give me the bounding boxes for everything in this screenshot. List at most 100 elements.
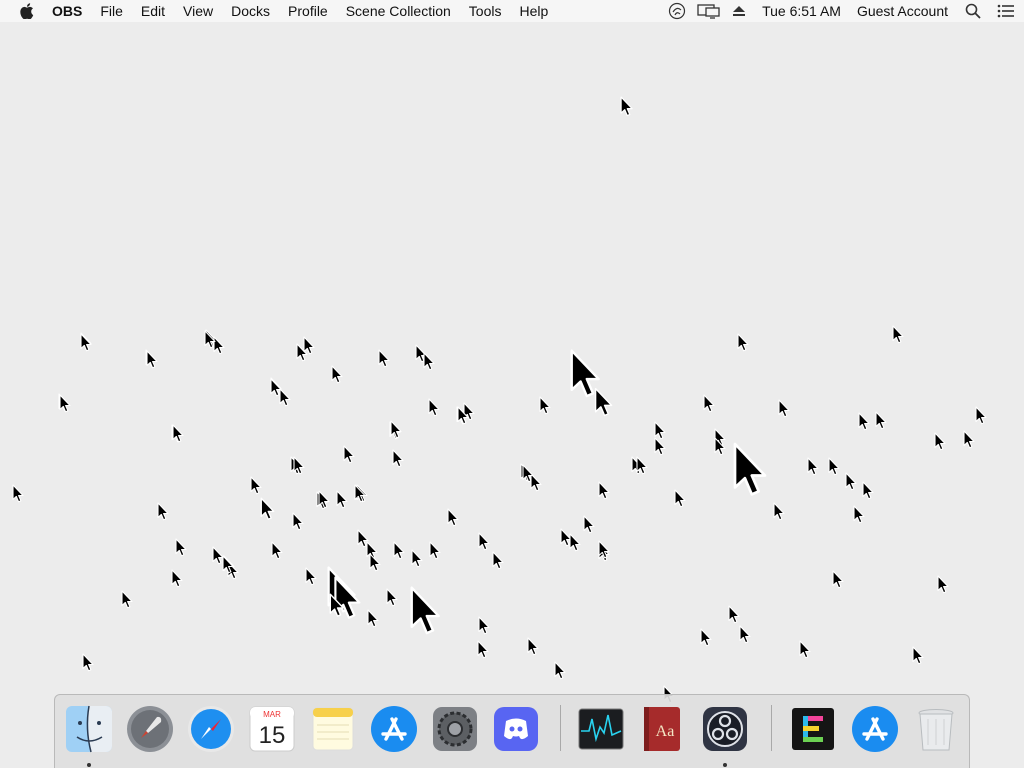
dock-activity-monitor[interactable]: [576, 703, 626, 755]
mouse-pointer-icon: [478, 616, 490, 635]
mouse-pointer-icon: [527, 637, 539, 656]
dock-separator: [560, 705, 561, 751]
mouse-pointer-icon: [354, 484, 366, 503]
mouse-pointer-icon: [447, 508, 459, 527]
app-store-recent-icon: [852, 706, 898, 752]
mouse-pointer-icon: [390, 420, 402, 439]
mouse-pointer-icon: [409, 585, 441, 636]
obs-status-icon[interactable]: [662, 0, 692, 22]
mouse-pointer-icon: [554, 661, 566, 680]
mouse-pointer-icon: [478, 532, 490, 551]
mouse-pointer-icon: [539, 396, 551, 415]
mouse-pointer-icon: [832, 570, 844, 589]
display-mirroring-icon[interactable]: [692, 0, 726, 22]
mouse-pointer-icon: [963, 430, 975, 449]
mouse-pointer-icon: [892, 325, 904, 344]
mouse-pointer-icon: [912, 646, 924, 665]
menu-scene-collection[interactable]: Scene Collection: [337, 0, 460, 22]
spotlight-search-icon[interactable]: [958, 0, 988, 22]
mouse-pointer-icon: [569, 533, 581, 552]
menu-file[interactable]: File: [91, 0, 132, 22]
mouse-pointer-icon: [700, 628, 712, 647]
dictionary-icon: Aa: [644, 707, 680, 751]
menu-view[interactable]: View: [174, 0, 222, 22]
mouse-pointer-icon: [343, 445, 355, 464]
mouse-pointer-icon: [293, 456, 305, 475]
dock-safari[interactable]: [186, 703, 236, 755]
dock-trash[interactable]: [911, 703, 961, 755]
mouse-pointer-icon: [146, 350, 158, 369]
mouse-pointer-icon: [728, 605, 740, 624]
mouse-pointer-icon: [175, 538, 187, 557]
menu-edit[interactable]: Edit: [132, 0, 174, 22]
mouse-pointer-icon: [937, 575, 949, 594]
mouse-pointer-icon: [828, 457, 840, 476]
dock-calendar[interactable]: MAR 15: [247, 703, 297, 755]
menu-tools[interactable]: Tools: [460, 0, 511, 22]
mouse-pointer-icon: [845, 472, 857, 491]
obs-icon: [703, 707, 747, 751]
mouse-pointer-icon: [270, 378, 282, 397]
mouse-pointer-icon: [250, 476, 262, 495]
mouse-pointer-icon: [703, 394, 715, 413]
mouse-pointer-icon: [732, 441, 768, 498]
mouse-pointer-icon: [674, 489, 686, 508]
menu-clock[interactable]: Tue 6:51 AM: [752, 3, 851, 19]
mouse-pointer-icon: [975, 406, 987, 425]
finder-running-indicator: [87, 763, 91, 767]
dock-emacs[interactable]: [788, 703, 838, 755]
menu-user-account[interactable]: Guest Account: [851, 3, 958, 19]
dock: MAR 15 Aa: [54, 694, 970, 768]
calendar-day: 15: [259, 722, 286, 749]
dock-launchpad[interactable]: [125, 703, 175, 755]
dock-system-preferences[interactable]: [430, 703, 480, 755]
mouse-pointer-icon: [392, 449, 404, 468]
mouse-pointer-icon: [204, 330, 216, 349]
mouse-pointer-icon: [428, 398, 440, 417]
mouse-pointer-icon: [369, 553, 381, 572]
mouse-pointer-icon: [378, 349, 390, 368]
mouse-pointer-icon: [457, 406, 469, 425]
calendar-month: MAR: [263, 710, 281, 719]
mouse-pointer-icon: [477, 640, 489, 659]
mouse-pointer-icon: [773, 502, 785, 521]
mouse-pointer-icon: [423, 352, 435, 371]
mouse-pointer-icon: [386, 588, 398, 607]
mouse-pointer-icon: [583, 515, 595, 534]
mouse-pointer-icon: [367, 609, 379, 628]
dock-dictionary[interactable]: Aa: [637, 703, 687, 755]
mouse-pointer-icon: [271, 541, 283, 560]
mouse-pointer-icon: [292, 512, 304, 531]
mouse-pointer-icon: [714, 437, 726, 456]
emacs-icon: [792, 708, 834, 750]
dock-app-store[interactable]: [369, 703, 419, 755]
dock-obs[interactable]: [700, 703, 750, 755]
mouse-pointer-icon: [598, 540, 610, 559]
mouse-pointer-icon: [620, 96, 633, 117]
mouse-pointer-icon: [807, 457, 819, 476]
mouse-pointer-icon: [318, 490, 330, 509]
notes-icon: [312, 707, 354, 751]
dock-app-store-recent[interactable]: [850, 703, 900, 755]
dock-discord[interactable]: [491, 703, 541, 755]
menu-profile[interactable]: Profile: [279, 0, 337, 22]
mouse-pointer-icon: [654, 437, 666, 456]
mouse-pointer-icon: [594, 387, 613, 417]
dock-notes[interactable]: [308, 703, 358, 755]
mouse-pointer-icon: [260, 497, 275, 521]
notification-center-icon[interactable]: [988, 0, 1024, 22]
app-store-icon: [371, 706, 417, 752]
mouse-pointer-icon: [522, 464, 534, 483]
menu-help[interactable]: Help: [510, 0, 557, 22]
menu-extras: Tue 6:51 AM Guest Account: [662, 0, 1024, 22]
dock-finder[interactable]: [64, 703, 114, 755]
apple-menu-icon[interactable]: [16, 0, 38, 22]
launchpad-icon: [127, 706, 173, 752]
mouse-pointer-icon: [778, 399, 790, 418]
desktop[interactable]: [0, 22, 1024, 768]
mouse-pointer-icon: [222, 555, 234, 574]
menu-app-name[interactable]: OBS: [46, 0, 91, 22]
eject-icon[interactable]: [726, 0, 752, 22]
menu-docks[interactable]: Docks: [222, 0, 279, 22]
mouse-pointer-icon: [429, 541, 441, 560]
